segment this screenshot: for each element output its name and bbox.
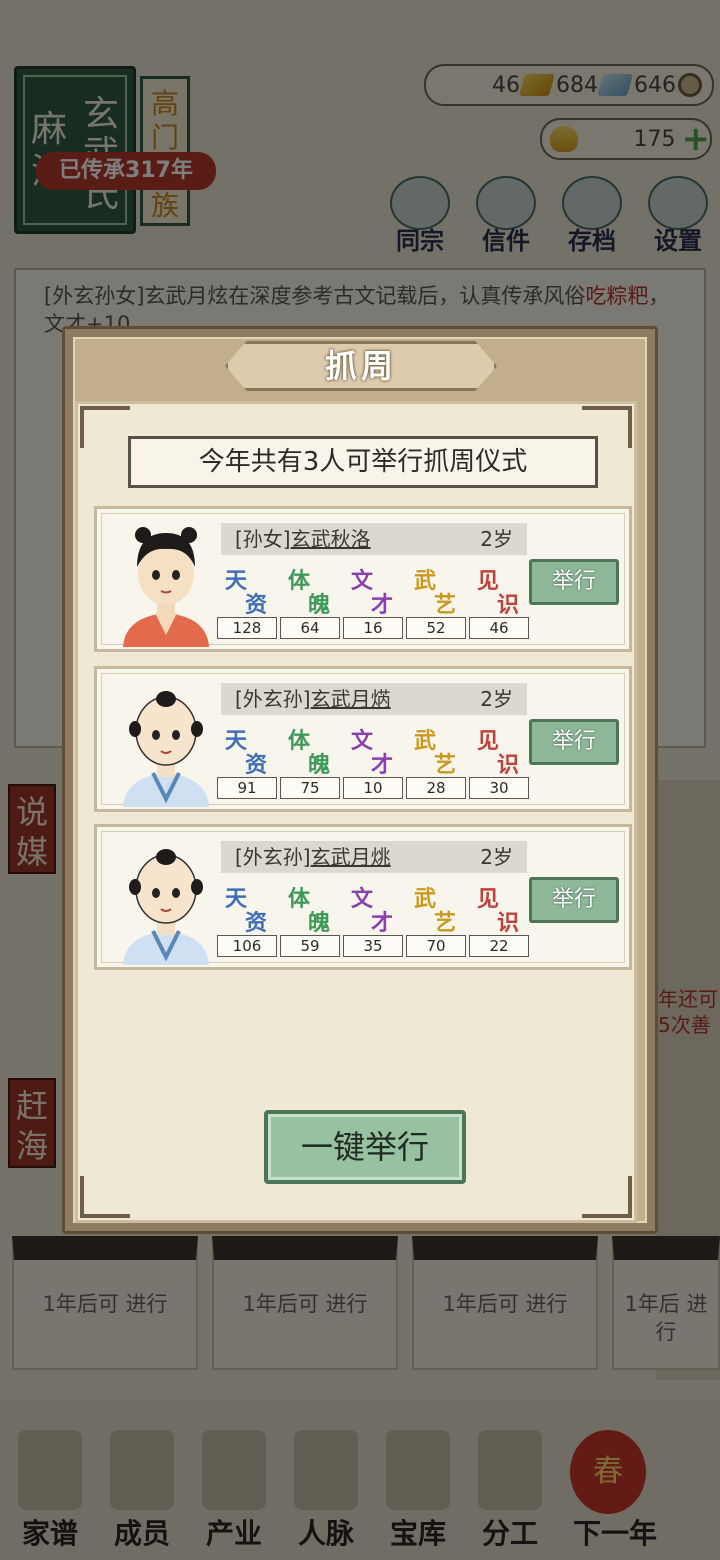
stat-label: 体魄: [288, 886, 331, 936]
stat-1: 体魄 64: [280, 561, 340, 641]
child-relation: [孙女]: [235, 527, 291, 551]
stat-value: 70: [406, 935, 466, 957]
stat-3: 武艺 52: [406, 561, 466, 641]
stat-4: 见识 22: [469, 879, 529, 959]
child-name-link[interactable]: 玄武秋洛: [291, 527, 371, 551]
child-name-link[interactable]: 玄武月烑: [311, 845, 391, 869]
stat-value: 28: [406, 777, 466, 799]
stat-value: 52: [406, 617, 466, 639]
stat-value: 30: [469, 777, 529, 799]
child-avatar[interactable]: [115, 517, 217, 647]
stat-3: 武艺 28: [406, 721, 466, 801]
stat-0: 天资 128: [217, 561, 277, 641]
stat-value: 91: [217, 777, 277, 799]
stat-2: 文才 10: [343, 721, 403, 801]
child-age: 2岁: [480, 845, 513, 869]
child-avatar[interactable]: [115, 835, 217, 965]
child-stats: 天资 91 体魄 75 文才 10 武艺 28 见识 30: [217, 721, 537, 801]
stat-value: 64: [280, 617, 340, 639]
child-card: [外玄孙]玄武月焫 2岁天资 91 体魄 75 文才 10 武艺 28 见识 30 举行: [94, 666, 632, 812]
child-age: 2岁: [480, 527, 513, 551]
stat-label: 体魄: [288, 568, 331, 618]
stat-label: 武艺: [414, 728, 457, 778]
stat-label: 见识: [477, 886, 520, 936]
stat-1: 体魄 59: [280, 879, 340, 959]
dialog-paper: 今年共有3人可举行抓周仪式 [孙女]玄武秋洛 2岁天资 128 体魄 64 文才 16 武艺 5…: [75, 401, 637, 1223]
stat-value: 75: [280, 777, 340, 799]
child-stats: 天资 106 体魄 59 文才 35 武艺 70 见识 22: [217, 879, 537, 959]
ceremony-count-headline: 今年共有3人可举行抓周仪式: [128, 436, 598, 488]
dialog-title: 抓周: [324, 347, 397, 385]
stat-value: 16: [343, 617, 403, 639]
child-name-bar: [外玄孙]玄武月烑 2岁: [221, 841, 527, 873]
stat-label: 见识: [477, 728, 520, 778]
child-age: 2岁: [480, 687, 513, 711]
stat-value: 46: [469, 617, 529, 639]
stat-label: 见识: [477, 568, 520, 618]
child-name-bar: [外玄孙]玄武月焫 2岁: [221, 683, 527, 715]
stat-value: 22: [469, 935, 529, 957]
child-card: [外玄孙]玄武月烑 2岁天资 106 体魄 59 文才 35 武艺 70 见识 22 举行: [94, 824, 632, 970]
stat-label: 文才: [351, 886, 394, 936]
hold-ceremony-button[interactable]: 举行: [529, 877, 619, 923]
child-relation: [外玄孙]: [235, 845, 311, 869]
stat-2: 文才 35: [343, 879, 403, 959]
stat-label: 武艺: [414, 568, 457, 618]
hold-ceremony-button[interactable]: 举行: [529, 719, 619, 765]
stat-label: 体魄: [288, 728, 331, 778]
stat-2: 文才 16: [343, 561, 403, 641]
child-name-link[interactable]: 玄武月焫: [311, 687, 391, 711]
stat-label: 天资: [225, 568, 268, 618]
stat-value: 59: [280, 935, 340, 957]
hold-all-button[interactable]: 一键举行: [264, 1110, 466, 1184]
hold-ceremony-button[interactable]: 举行: [529, 559, 619, 605]
child-stats: 天资 128 体魄 64 文才 16 武艺 52 见识 46: [217, 561, 537, 641]
zhuazhou-dialog: 抓周 今年共有3人可举行抓周仪式 [孙女]玄武秋洛 2岁天资 128 体魄 64 文才 16…: [62, 326, 658, 1234]
stat-4: 见识 46: [469, 561, 529, 641]
stat-4: 见识 30: [469, 721, 529, 801]
stat-label: 武艺: [414, 886, 457, 936]
child-name-bar: [孙女]玄武秋洛 2岁: [221, 523, 527, 555]
stat-value: 10: [343, 777, 403, 799]
stat-label: 天资: [225, 886, 268, 936]
child-card: [孙女]玄武秋洛 2岁天资 128 体魄 64 文才 16 武艺 52 见识 46 举行: [94, 506, 632, 652]
stat-3: 武艺 70: [406, 879, 466, 959]
stat-value: 128: [217, 617, 277, 639]
dialog-title-plate: 抓周: [225, 337, 497, 395]
stat-value: 35: [343, 935, 403, 957]
child-avatar[interactable]: [115, 677, 217, 807]
child-relation: [外玄孙]: [235, 687, 311, 711]
stat-label: 文才: [351, 728, 394, 778]
stat-0: 天资 106: [217, 879, 277, 959]
stat-value: 106: [217, 935, 277, 957]
stat-1: 体魄 75: [280, 721, 340, 801]
stat-0: 天资 91: [217, 721, 277, 801]
stat-label: 天资: [225, 728, 268, 778]
stat-label: 文才: [351, 568, 394, 618]
